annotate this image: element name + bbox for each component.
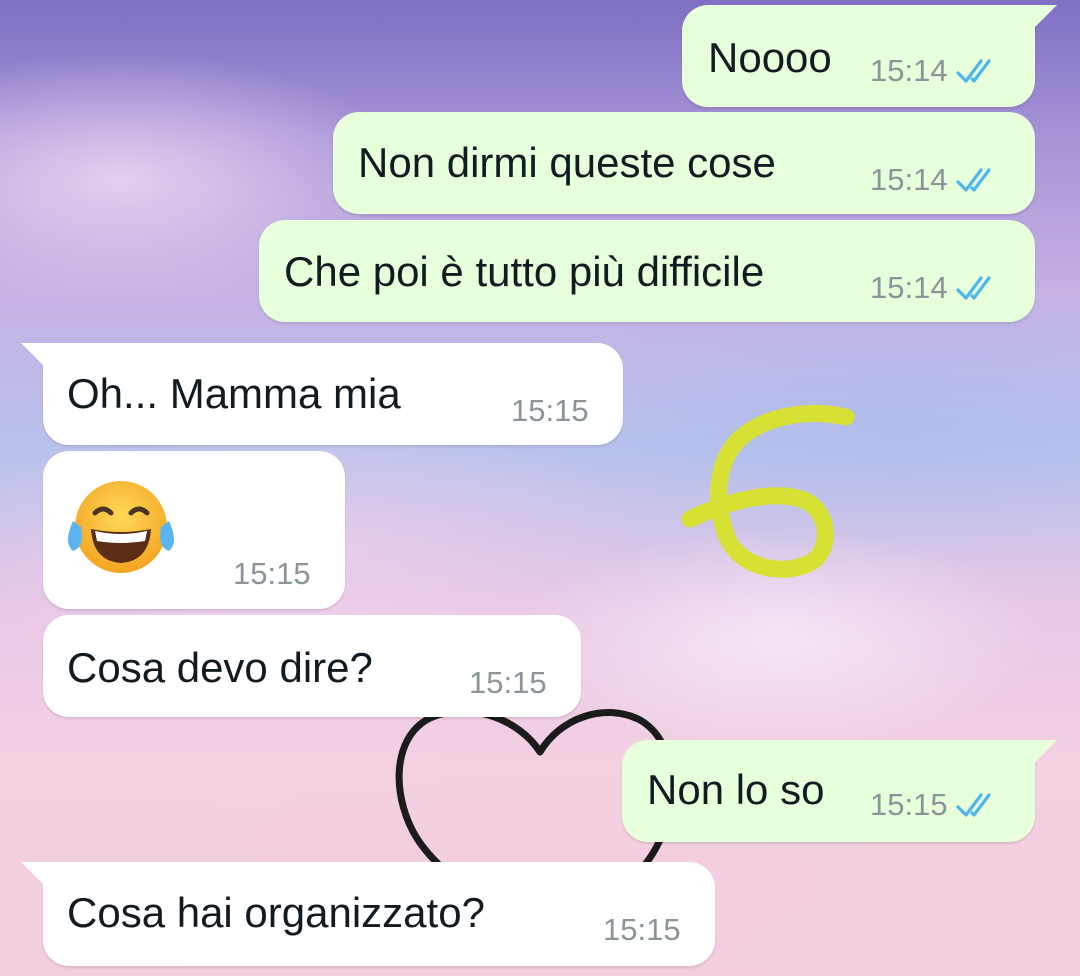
message-bubble-outgoing[interactable]: Non dirmi queste cose 15:14: [333, 112, 1035, 214]
double-check-icon: [955, 792, 1000, 818]
message-text: Noooo: [708, 34, 832, 81]
message-time: 15:15: [233, 556, 311, 591]
message-meta: 15:14: [870, 272, 1000, 303]
face-with-tears-of-joy-icon: [65, 477, 177, 577]
handwritten-six-annotation: [681, 405, 855, 578]
message-text: Cosa devo dire?: [67, 644, 373, 691]
message-text: Non lo so: [647, 766, 825, 813]
message-bubble-outgoing[interactable]: Non lo so 15:15: [622, 740, 1057, 842]
message-meta: 15:15: [233, 558, 311, 589]
message-bubble-incoming[interactable]: Cosa hai organizzato? 15:15: [21, 862, 715, 966]
message-bubble-outgoing[interactable]: Che poi è tutto più difficile 15:14: [259, 220, 1035, 322]
message-bubble-outgoing[interactable]: Noooo 15:14: [682, 5, 1057, 107]
message-time: 15:14: [870, 53, 948, 88]
message-time: 15:14: [870, 162, 948, 197]
message-meta: 15:14: [870, 164, 1000, 195]
message-time: 15:14: [870, 270, 948, 305]
message-bubble-incoming[interactable]: Cosa devo dire? 15:15: [43, 615, 581, 717]
message-meta: 15:15: [469, 667, 547, 698]
message-time: 15:15: [870, 787, 948, 822]
message-text: Non dirmi queste cose: [358, 139, 776, 186]
message-time: 15:15: [603, 912, 681, 947]
message-time: 15:15: [469, 665, 547, 700]
message-meta: 15:14: [870, 55, 1000, 86]
message-meta: 15:15: [870, 789, 1000, 820]
message-text: Che poi è tutto più difficile: [284, 248, 765, 295]
message-meta: 15:15: [603, 914, 681, 945]
message-text: Oh... Mamma mia: [67, 370, 401, 417]
message-meta: 15:15: [511, 395, 589, 426]
double-check-icon: [955, 167, 1000, 193]
double-check-icon: [955, 58, 1000, 84]
message-text: Cosa hai organizzato?: [67, 889, 485, 936]
double-check-icon: [955, 275, 1000, 301]
message-time: 15:15: [511, 393, 589, 428]
message-bubble-incoming[interactable]: Oh... Mamma mia 15:15: [21, 343, 623, 445]
message-bubble-incoming[interactable]: 15:15: [43, 451, 345, 609]
